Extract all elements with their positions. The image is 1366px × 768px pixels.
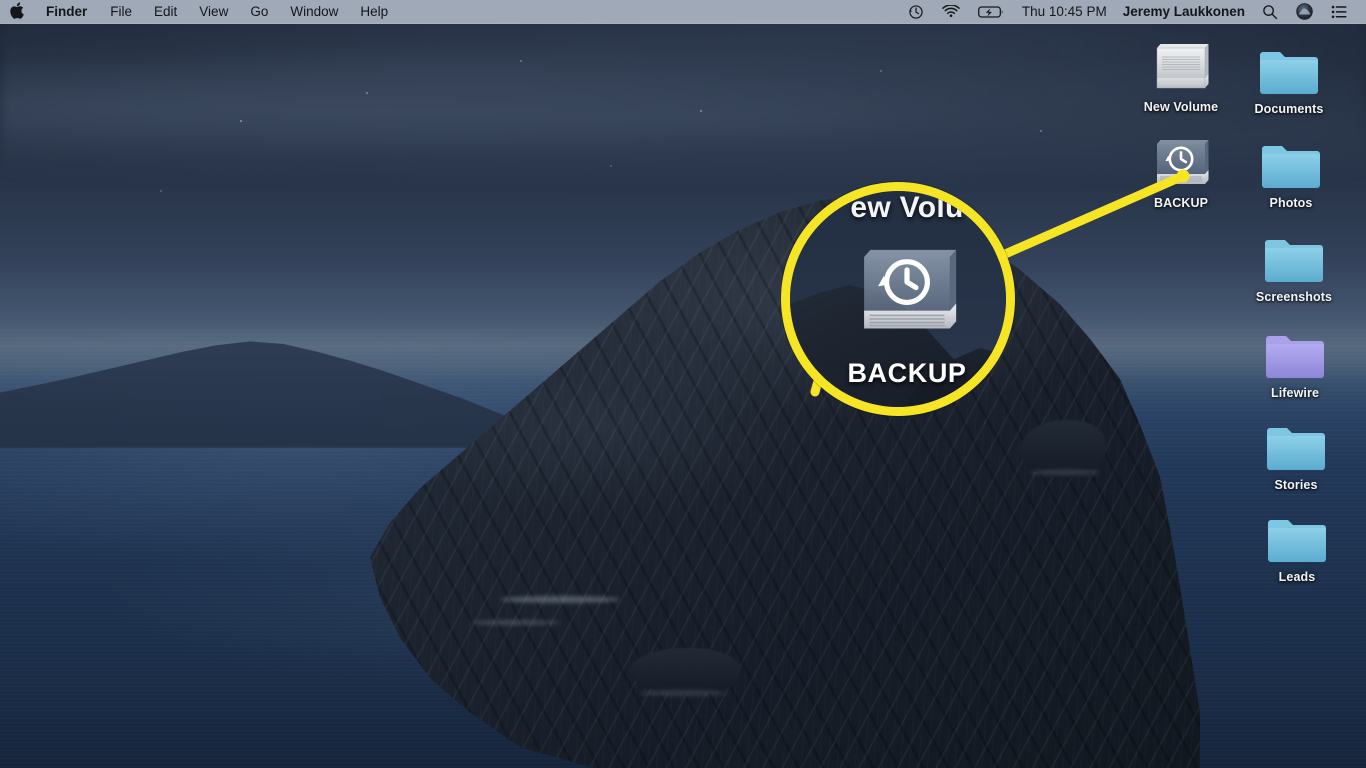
menu-item-edit[interactable]: Edit	[143, 0, 188, 24]
surf-line	[1030, 470, 1100, 475]
magnified-backup-label: BACKUP	[847, 358, 967, 388]
desktop-icon-leads[interactable]: Leads	[1248, 506, 1346, 584]
apple-logo-icon	[10, 1, 24, 22]
magnifier-callout: ew Volu BACKUP	[781, 182, 1015, 416]
menu-item-help[interactable]: Help	[349, 0, 399, 24]
battery-charging-icon[interactable]	[969, 0, 1014, 24]
desktop-icon-new-volume[interactable]: New Volume	[1132, 36, 1230, 114]
desktop-icon-label: Photos	[1269, 196, 1313, 210]
desktop-icon-label: New Volume	[1143, 100, 1219, 114]
desktop-icon-lifewire[interactable]: Lifewire	[1246, 322, 1344, 400]
folder-icon	[1261, 226, 1327, 286]
surf-line	[640, 690, 726, 696]
folder-icon	[1256, 38, 1322, 98]
external-drive-icon	[1148, 36, 1214, 96]
time-machine-drive-icon	[1148, 132, 1214, 192]
desktop-icon-label: Stories	[1274, 478, 1318, 492]
menu-bar-username[interactable]: Jeremy Laukkonen	[1115, 0, 1253, 24]
desktop-icon-photos[interactable]: Photos	[1242, 132, 1340, 210]
time-machine-drive-icon-magnified	[848, 239, 966, 348]
desktop-icon-label: Documents	[1254, 102, 1324, 116]
menu-bar-left: Finder File Edit View Go Window Help	[0, 0, 399, 24]
folder-icon	[1264, 506, 1330, 566]
menu-bar-status-area: Thu 10:45 PM Jeremy Laukkonen	[899, 0, 1357, 24]
search-icon[interactable]	[1253, 0, 1287, 24]
menu-item-go[interactable]: Go	[239, 0, 279, 24]
magnified-partial-label: ew Volu	[850, 191, 964, 224]
wifi-icon[interactable]	[933, 0, 969, 24]
outlying-rock	[630, 648, 740, 694]
menu-item-finder[interactable]: Finder	[34, 0, 99, 24]
menu-bar-clock[interactable]: Thu 10:45 PM	[1014, 0, 1115, 24]
siri-icon[interactable]	[1287, 0, 1322, 24]
menu-item-window[interactable]: Window	[279, 0, 349, 24]
magnified-backup-icon-group: BACKUP	[790, 239, 1006, 389]
apple-menu-button[interactable]	[0, 0, 34, 24]
surf-line	[500, 596, 620, 603]
magnifier-content: ew Volu BACKUP	[790, 191, 1006, 407]
folder-icon	[1258, 132, 1324, 192]
desktop-icon-label: BACKUP	[1153, 196, 1209, 210]
desktop-icon-stories[interactable]: Stories	[1247, 414, 1345, 492]
folder-icon	[1263, 414, 1329, 474]
desktop-icon-label: Screenshots	[1255, 290, 1333, 304]
desktop-icon-label: Lifewire	[1270, 386, 1320, 400]
desktop-icon-label: Leads	[1278, 570, 1316, 584]
desktop-icon-screenshots[interactable]: Screenshots	[1245, 226, 1343, 304]
surf-line	[470, 620, 560, 625]
time-machine-icon[interactable]	[899, 0, 933, 24]
control-center-icon[interactable]	[1322, 0, 1357, 24]
desktop-screen: Finder File Edit View Go Window Help Thu…	[0, 0, 1366, 768]
desktop-wallpaper[interactable]	[0, 0, 1366, 768]
desktop-icon-backup[interactable]: BACKUP	[1132, 132, 1230, 210]
menu-bar: Finder File Edit View Go Window Help Thu…	[0, 0, 1366, 24]
desktop-icon-documents[interactable]: Documents	[1240, 38, 1338, 116]
menu-item-file[interactable]: File	[99, 0, 143, 24]
menu-item-view[interactable]: View	[188, 0, 239, 24]
folder-icon	[1262, 322, 1328, 382]
